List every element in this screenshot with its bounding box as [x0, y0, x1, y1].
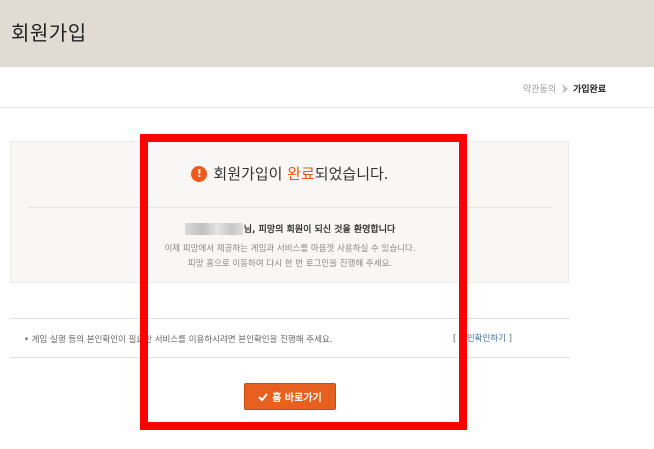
verification-notice: • 게임 실행 등의 본인확인이 필요한 서비스를 이용하시려면 본인확인을 진…	[24, 335, 333, 345]
notice-bottom-divider	[10, 357, 570, 358]
welcome-text: 님, 피망의 회원이 되신 것을 환영합니다	[243, 225, 396, 235]
page-title: 회원가입	[11, 21, 87, 45]
verification-link-wrapper: [ 본인확인하기 ]	[453, 334, 512, 344]
headline-accent: 완료	[287, 165, 315, 183]
check-icon	[258, 392, 269, 401]
username-redacted	[184, 222, 243, 235]
breadcrumb-item-complete: 가입완료	[573, 85, 607, 95]
page-header: 회원가입	[0, 0, 654, 67]
description-line-1: 이제 피망에서 제공하는 게임과 서비스를 마음껏 사용하실 수 있습니다.	[164, 244, 416, 254]
breadcrumb-divider	[0, 107, 654, 108]
exclamation-circle-icon: !	[191, 165, 208, 182]
welcome-message: 님, 피망의 회원이 되신 것을 환영합니다	[0, 222, 580, 235]
identity-verify-link[interactable]: 본인확인하기	[459, 334, 506, 344]
breadcrumb-item-terms: 약관동의	[522, 85, 556, 95]
panel-divider	[28, 207, 552, 208]
go-home-button[interactable]: 홈 바로가기	[244, 383, 336, 410]
description-line-2: 피망 홈으로 이동하여 다시 한 번 로그인을 진행해 주세요.	[187, 259, 393, 269]
signup-complete-page: 회원가입 약관동의 가입완료 ! 회원가입이 완료되었습니다. 님, 피망의 회…	[0, 0, 654, 449]
notice-top-divider	[10, 318, 570, 319]
chevron-right-icon	[562, 83, 568, 94]
headline-suffix: 되었습니다.	[314, 165, 389, 183]
breadcrumb: 약관동의 가입완료	[522, 82, 606, 95]
go-home-label: 홈 바로가기	[272, 393, 322, 404]
completion-headline: ! 회원가입이 완료되었습니다.	[0, 163, 580, 184]
headline-prefix: 회원가입이	[213, 165, 288, 183]
